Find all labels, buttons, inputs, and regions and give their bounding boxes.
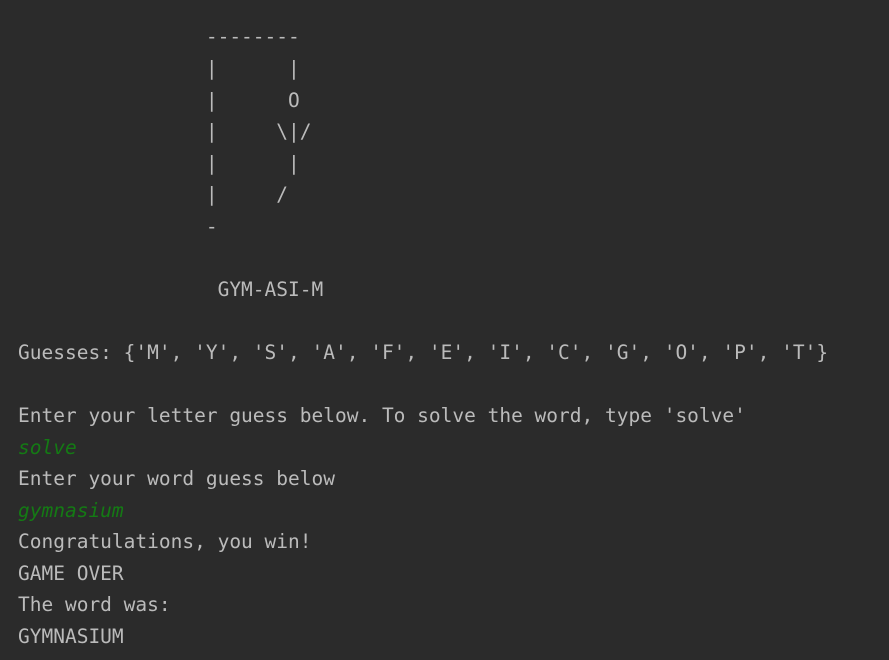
gallows-line: | O [18,89,300,112]
guesses-line: Guesses: {'M', 'Y', 'S', 'A', 'F', 'E', … [18,341,829,364]
letter-prompt: Enter your letter guess below. To solve … [18,404,746,427]
gallows-line: | \|/ [18,120,312,143]
congrats-message: Congratulations, you win! [18,530,312,553]
console-output: -------- | | | O | \|/ | | | / - GYM-ASI… [18,0,878,660]
gallows-line: | | [18,57,300,80]
gallows-line: - [18,215,218,238]
user-input-word[interactable]: gymnasium [18,498,124,524]
word-was-label: The word was: [18,593,171,616]
game-over-message: GAME OVER [18,562,124,585]
final-word: GYMNASIUM [18,625,124,648]
gallows-line: | / [18,183,289,206]
word-prompt: Enter your word guess below [18,467,335,490]
gallows-line: -------- [18,25,300,48]
gallows-line: | | [18,152,300,175]
user-input-solve[interactable]: solve [18,435,77,461]
masked-word: GYM-ASI-M [18,278,324,301]
